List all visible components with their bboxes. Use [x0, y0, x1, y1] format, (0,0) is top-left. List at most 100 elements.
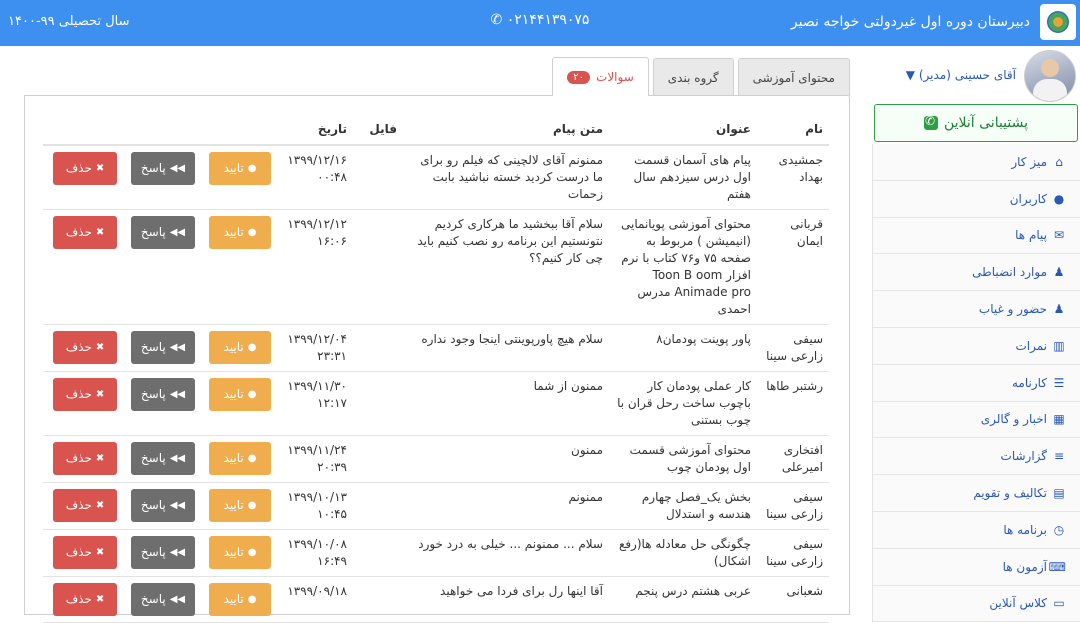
phone-icon — [923, 114, 938, 130]
main-content: محتوای آموزشی گروه بندی سوالات ۲۰ نام عنو… — [24, 56, 850, 623]
delete-button[interactable]: ✖ حذف — [53, 216, 117, 249]
table-row: افتخاری امیرعلی محتوای آموزشی قسمت اول پ… — [43, 435, 829, 483]
sidebar: آقای حسینی (مدیر) ▼ پشتیبانی آنلاین ⌂ میز… — [872, 46, 1080, 623]
delete-label: حذف — [65, 545, 92, 559]
approve-button[interactable]: ● تایید — [209, 152, 271, 185]
sidebar-item-online-class[interactable]: ▭ کلاس آنلاین — [873, 585, 1080, 623]
row-date: ۱۳۹۹/۱۰/۰۸ ۱۶:۴۹ — [277, 529, 353, 577]
table-row: سیفی زارعی سینا چگونگی حل معادله ها(رفع … — [43, 529, 829, 577]
tab-grouping[interactable]: گروه بندی — [652, 58, 734, 96]
online-support-button[interactable]: پشتیبانی آنلاین — [874, 104, 1078, 142]
reply-button[interactable]: ◀◀ پاسخ — [131, 536, 195, 569]
sidebar-item-label: کلاس آنلاین — [989, 596, 1047, 611]
approve-label: تایید — [223, 545, 244, 559]
times-circle-icon: ✖ — [95, 389, 105, 400]
tab-questions[interactable]: سوالات ۲۰ — [552, 57, 649, 96]
row-name: سیفی زارعی سینا — [757, 324, 829, 372]
avatar[interactable] — [1024, 50, 1076, 102]
delete-button[interactable]: ✖ حذف — [53, 442, 117, 475]
delete-label: حذف — [65, 592, 92, 606]
tab-label: سوالات — [596, 70, 634, 84]
row-date-value: ۱۳۹۹/۰۹/۱۸ — [287, 584, 347, 598]
row-date: ۱۳۹۹/۱۲/۱۶ ۰۰:۴۸ — [277, 145, 353, 210]
reply-label: پاسخ — [140, 161, 166, 175]
user-name: آقای حسینی (مدیر) — [918, 68, 1016, 82]
row-name: قربانی ایمان — [757, 209, 829, 325]
sidebar-item-assignments[interactable]: ▤ تکالیف و تقویم — [873, 475, 1080, 512]
reply-label: پاسخ — [140, 592, 166, 606]
column-header-date: تاریخ — [277, 114, 353, 146]
row-file — [353, 209, 403, 325]
row-title: بخش یک_فصل چهارم هندسه و استدلال — [609, 482, 757, 530]
laptop-icon: ▭ — [1053, 596, 1065, 611]
delete-button[interactable]: ✖ حذف — [53, 152, 117, 185]
circle-icon: ● — [247, 389, 257, 400]
times-circle-icon: ✖ — [95, 453, 105, 464]
circle-icon: ● — [247, 163, 257, 174]
reply-button[interactable]: ◀◀ پاسخ — [131, 216, 195, 249]
row-actions: ● تایید ◀◀ پاسخ ✖ حذف — [43, 209, 277, 325]
approve-button[interactable]: ● تایید — [209, 216, 271, 249]
sidebar-item-exams[interactable]: ⌨ آزمون ها — [873, 548, 1080, 586]
circle-icon: ● — [247, 500, 257, 511]
row-title: عربی هشتم درس پنجم — [609, 576, 757, 623]
sidebar-item-reports[interactable]: ≡ گزارشات — [873, 438, 1080, 476]
tab-educational-content[interactable]: محتوای آموزشی — [737, 58, 850, 96]
delete-button[interactable]: ✖ حذف — [53, 331, 117, 364]
approve-button[interactable]: ● تایید — [209, 583, 271, 616]
row-date-value: ۱۳۹۹/۱۰/۱۳ — [287, 490, 347, 504]
reply-button[interactable]: ◀◀ پاسخ — [131, 378, 195, 411]
approve-button[interactable]: ● تایید — [209, 536, 271, 569]
users-icon: ♟ — [1053, 302, 1065, 317]
table-row: سیفی زارعی سینا بخش یک_فصل چهارم هندسه و… — [43, 482, 829, 530]
sidebar-item-users[interactable]: ● کاربران — [873, 180, 1080, 218]
approve-label: تایید — [223, 592, 244, 606]
sidebar-item-label: آزمون ها — [1002, 559, 1047, 574]
sidebar-item-discipline[interactable]: ♟ موارد انضباطی — [873, 254, 1080, 292]
reply-button[interactable]: ◀◀ پاسخ — [131, 489, 195, 522]
sidebar-item-report-card[interactable]: ☰ کارنامه — [873, 364, 1080, 402]
sidebar-item-dashboard[interactable]: ⌂ میز کار — [873, 144, 1080, 181]
user-menu-toggle[interactable]: آقای حسینی (مدیر) ▼ — [906, 68, 1016, 82]
bar-chart-icon: ▥ — [1053, 338, 1065, 353]
row-date: ۱۳۹۹/۰۹/۱۸ — [277, 576, 353, 623]
approve-button[interactable]: ● تایید — [209, 331, 271, 364]
row-message: ممنونم آقای لالچینی که فیلم رو برای ما د… — [403, 145, 609, 210]
row-file — [353, 435, 403, 483]
user-icon: ● — [1053, 191, 1065, 206]
academic-year: سال تحصیلی ۹۹-۱۴۰۰ — [8, 14, 130, 29]
sidebar-item-schedules[interactable]: ◷ برنامه ها — [873, 511, 1080, 549]
reply-button[interactable]: ◀◀ پاسخ — [131, 442, 195, 475]
reply-button[interactable]: ◀◀ پاسخ — [131, 583, 195, 616]
delete-label: حذف — [65, 451, 92, 465]
delete-button[interactable]: ✖ حذف — [53, 536, 117, 569]
row-title: پیام های آسمان قسمت اول درس سیزدهم سال ه… — [609, 145, 757, 210]
reply-button[interactable]: ◀◀ پاسخ — [131, 331, 195, 364]
row-time-value: ۱۲:۱۷ — [317, 396, 347, 410]
delete-button[interactable]: ✖ حذف — [53, 378, 117, 411]
delete-button[interactable]: ✖ حذف — [53, 583, 117, 616]
delete-button[interactable]: ✖ حذف — [53, 489, 117, 522]
table-row: رشتبر طاها کار عملی پودمان کار باچوب ساخ… — [43, 371, 829, 436]
approve-button[interactable]: ● تایید — [209, 489, 271, 522]
sidebar-item-grades[interactable]: ▥ نمرات — [873, 327, 1080, 365]
reply-label: پاسخ — [140, 387, 166, 401]
fast-forward-icon: ◀◀ — [169, 163, 186, 174]
content-tabs: محتوای آموزشی گروه بندی سوالات ۲۰ — [552, 56, 850, 96]
row-time-value: ۲۰:۳۹ — [317, 460, 347, 474]
sidebar-item-attendance[interactable]: ♟ حضور و غیاب — [873, 291, 1080, 328]
circle-icon: ● — [247, 594, 257, 605]
sidebar-item-label: کاربران — [1009, 191, 1047, 206]
reply-button[interactable]: ◀◀ پاسخ — [131, 152, 195, 185]
circle-icon: ● — [247, 342, 257, 353]
sidebar-item-messages[interactable]: ✉ پیام ها — [873, 217, 1080, 255]
times-circle-icon: ✖ — [95, 547, 105, 558]
row-file — [353, 576, 403, 623]
approve-button[interactable]: ● تایید — [209, 442, 271, 475]
row-date-value: ۱۳۹۹/۱۲/۱۶ — [287, 153, 347, 167]
approve-label: تایید — [223, 161, 244, 175]
sidebar-item-news-gallery[interactable]: ▦ اخبار و گالری — [873, 401, 1080, 439]
approve-button[interactable]: ● تایید — [209, 378, 271, 411]
row-actions: ● تایید ◀◀ پاسخ ✖ حذف — [43, 576, 277, 623]
sidebar-item-label: برنامه ها — [1003, 522, 1047, 537]
